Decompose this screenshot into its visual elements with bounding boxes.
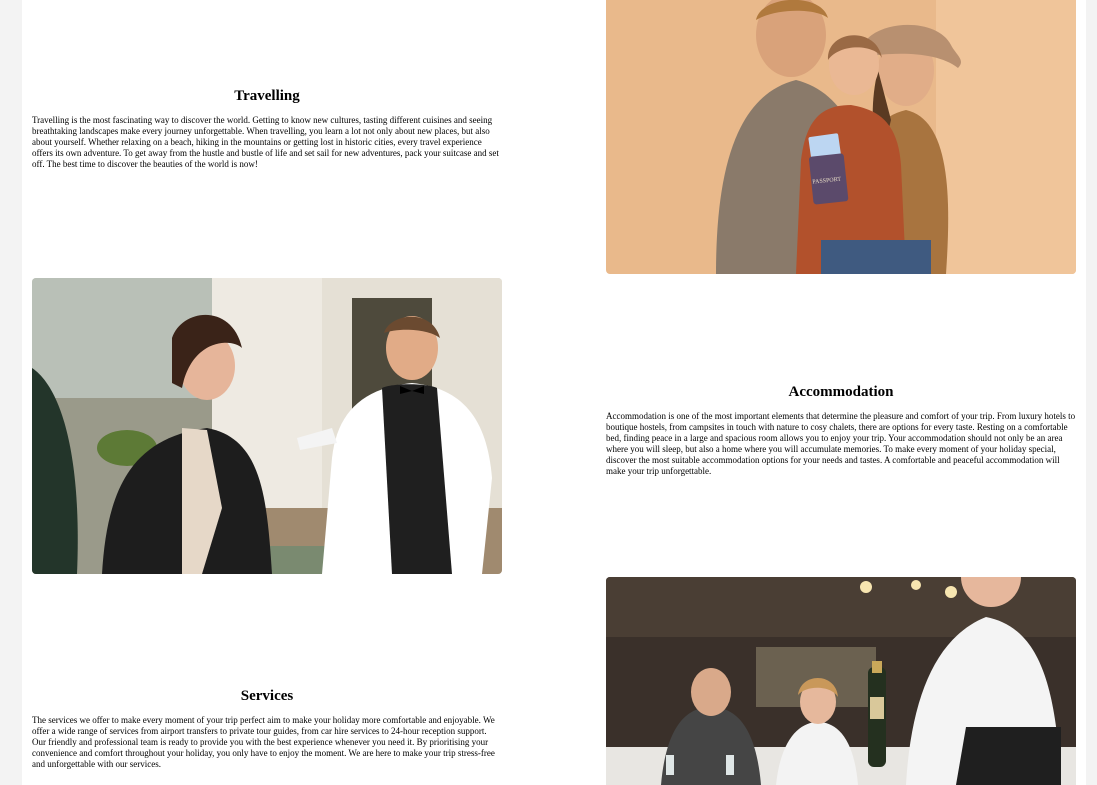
page-content: Travelling Travelling is the most fascin…: [22, 0, 1086, 785]
services-restaurant-photo: [606, 577, 1076, 785]
services-heading: Services: [240, 688, 294, 704]
services-section: Services The services we offer to make e…: [22, 577, 1086, 785]
travelling-description: Travelling is the most fascinating way t…: [32, 115, 499, 169]
services-text-block: Services The services we offer to make e…: [32, 688, 502, 770]
services-description: The services we offer to make every mome…: [32, 715, 495, 769]
accommodation-hotel-photo: [32, 278, 502, 574]
travelling-family-photo: PASSPORT: [606, 0, 1076, 274]
accommodation-description: Accommodation is one of the most importa…: [606, 411, 1076, 476]
travelling-section: Travelling Travelling is the most fascin…: [22, 0, 1086, 274]
accommodation-heading: Accommodation: [788, 384, 894, 400]
travelling-text-block: Travelling Travelling is the most fascin…: [32, 88, 502, 170]
accommodation-section: Accommodation Accommodation is one of th…: [22, 278, 1086, 574]
travelling-heading: Travelling: [234, 88, 300, 104]
accommodation-text-block: Accommodation Accommodation is one of th…: [606, 384, 1076, 477]
